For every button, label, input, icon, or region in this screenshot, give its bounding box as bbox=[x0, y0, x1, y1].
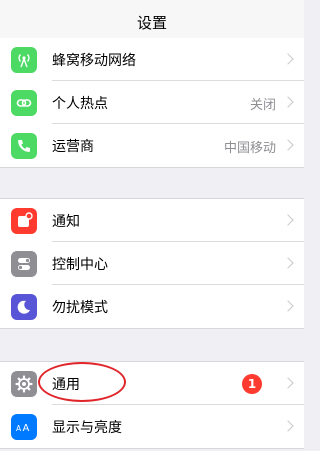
settings-row-label: 控制中心 bbox=[52, 257, 108, 273]
settings-row-label: 勿扰模式 bbox=[52, 300, 108, 316]
settings-row-do-not-disturb[interactable]: 勿扰模式 bbox=[0, 285, 304, 328]
chevron-right-icon bbox=[282, 53, 294, 65]
settings-group-network: 蜂窝移动网络 个人热点 关闭 运营商 中国移动 bbox=[0, 38, 304, 168]
settings-row-control-center[interactable]: 控制中心 bbox=[0, 242, 304, 285]
chevron-right-icon bbox=[282, 139, 294, 151]
settings-row-carrier[interactable]: 运营商 中国移动 bbox=[0, 124, 304, 167]
settings-group-general: 通用 1 A A 显示与亮度 bbox=[0, 361, 304, 449]
antenna-icon bbox=[11, 47, 37, 73]
chevron-right-icon bbox=[282, 257, 294, 269]
chevron-right-icon bbox=[282, 214, 294, 226]
moon-icon bbox=[11, 294, 37, 320]
settings-row-label: 蜂窝移动网络 bbox=[52, 53, 136, 69]
settings-row-label: 运营商 bbox=[52, 139, 94, 155]
phone-icon bbox=[11, 133, 37, 159]
chevron-right-icon bbox=[282, 420, 294, 432]
toggles-icon bbox=[11, 251, 37, 277]
chevron-right-icon bbox=[282, 300, 294, 312]
text-size-icon: A A bbox=[11, 414, 37, 440]
settings-row-label: 显示与亮度 bbox=[52, 420, 122, 436]
settings-row-value: 关闭 bbox=[249, 98, 276, 113]
chevron-right-icon bbox=[282, 377, 294, 389]
settings-row-label: 通用 bbox=[52, 377, 80, 393]
chevron-right-icon bbox=[282, 96, 294, 108]
notification-badge: 1 bbox=[242, 374, 262, 394]
page-title: 设置 bbox=[136, 14, 167, 32]
settings-row-notifications[interactable]: 通知 bbox=[0, 199, 304, 242]
settings-row-label: 个人热点 bbox=[52, 96, 108, 112]
settings-row-hotspot[interactable]: 个人热点 关闭 bbox=[0, 81, 304, 124]
notification-icon bbox=[11, 208, 37, 234]
svg-text:A: A bbox=[16, 424, 22, 433]
settings-row-general[interactable]: 通用 1 bbox=[0, 362, 304, 405]
gear-icon bbox=[11, 371, 37, 397]
settings-row-value: 中国移动 bbox=[223, 141, 276, 156]
settings-group-notifications: 通知 控制中心 勿扰模式 bbox=[0, 198, 304, 329]
settings-row-label: 通知 bbox=[52, 214, 80, 230]
svg-text:A: A bbox=[23, 423, 30, 434]
settings-row-display-brightness[interactable]: A A 显示与亮度 bbox=[0, 405, 304, 448]
link-icon bbox=[11, 90, 37, 116]
settings-row-cellular[interactable]: 蜂窝移动网络 bbox=[0, 38, 304, 81]
